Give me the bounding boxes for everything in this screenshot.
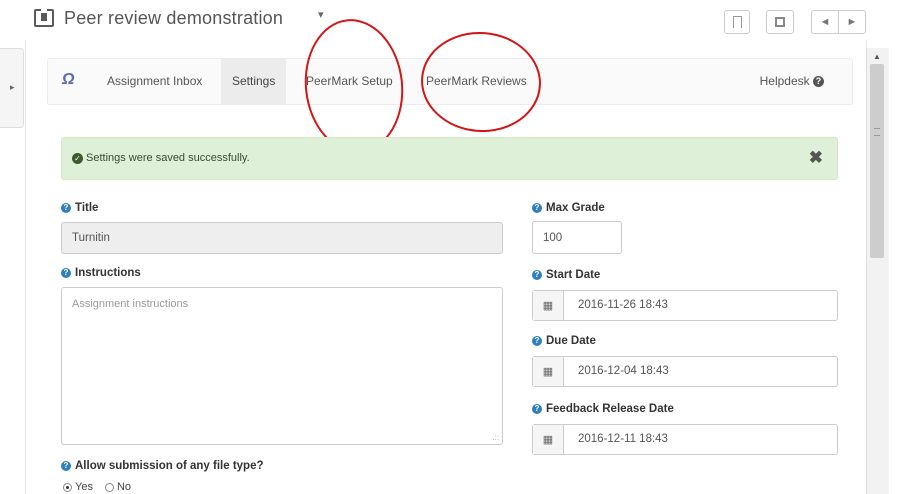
helpdesk-link[interactable]: Helpdesk ? bbox=[760, 59, 824, 104]
radio-no-option[interactable]: No bbox=[104, 481, 132, 493]
help-icon[interactable]: ? bbox=[61, 461, 71, 471]
file-type-label: ? Allow submission of any file type? bbox=[61, 460, 264, 472]
next-button[interactable]: ► bbox=[838, 10, 866, 34]
bookmark-button[interactable] bbox=[724, 10, 750, 34]
scroll-up-icon[interactable]: ▲ bbox=[873, 52, 881, 61]
title-label-text: Title bbox=[75, 202, 99, 214]
instructions-label: ? Instructions bbox=[61, 267, 141, 279]
scrollbar-thumb[interactable] bbox=[870, 64, 884, 258]
popout-icon bbox=[775, 17, 785, 27]
turnitin-logo-icon: Ω bbox=[62, 71, 75, 88]
start-date-field[interactable]: ▦ 2016-11-26 18:43 bbox=[532, 290, 838, 321]
start-date-value: 2016-11-26 18:43 bbox=[578, 299, 668, 311]
popout-button[interactable] bbox=[766, 10, 794, 34]
radio-yes[interactable] bbox=[63, 482, 72, 492]
help-icon[interactable]: ? bbox=[532, 203, 542, 213]
feedback-release-date-label-text: Feedback Release Date bbox=[546, 403, 674, 415]
calendar-icon[interactable]: ▦ bbox=[533, 425, 564, 454]
radio-no-label: No bbox=[116, 481, 132, 493]
instructions-textarea[interactable]: Assignment instructions .:: bbox=[61, 287, 503, 445]
tab-assignment-inbox[interactable]: Assignment Inbox bbox=[96, 59, 213, 104]
max-grade-field[interactable]: 100 bbox=[532, 221, 622, 254]
next-icon: ► bbox=[846, 16, 858, 28]
help-icon[interactable]: ? bbox=[532, 336, 542, 346]
expand-icon: ▸ bbox=[10, 82, 15, 92]
page-title: Peer review demonstration bbox=[64, 8, 284, 28]
check-circle-icon: ✓ bbox=[72, 153, 83, 164]
help-icon[interactable]: ? bbox=[532, 270, 542, 280]
radio-yes-label: Yes bbox=[75, 481, 93, 493]
tab-settings[interactable]: Settings bbox=[221, 59, 287, 104]
activity-header: Peer review demonstration ▾ ◄ ► bbox=[0, 0, 899, 40]
previous-icon: ◄ bbox=[819, 16, 831, 28]
due-date-label: ? Due Date bbox=[532, 335, 596, 347]
title-field[interactable]: Turnitin bbox=[61, 222, 503, 254]
help-icon[interactable]: ? bbox=[61, 203, 71, 213]
start-date-label: ? Start Date bbox=[532, 269, 600, 281]
help-icon[interactable]: ? bbox=[532, 404, 542, 414]
calendar-icon[interactable]: ▦ bbox=[533, 291, 564, 320]
feedback-release-date-field[interactable]: ▦ 2016-12-11 18:43 bbox=[532, 424, 838, 455]
alert-message: Settings were saved successfully. bbox=[86, 152, 250, 164]
max-grade-label-text: Max Grade bbox=[546, 202, 605, 214]
previous-button[interactable]: ◄ bbox=[811, 10, 839, 34]
bookmark-icon bbox=[732, 16, 742, 28]
resize-grip-icon[interactable]: .:: bbox=[492, 433, 499, 442]
help-icon[interactable]: ? bbox=[61, 268, 71, 278]
max-grade-label: ? Max Grade bbox=[532, 202, 605, 214]
sidebar-toggle-handle[interactable]: ▸ bbox=[0, 48, 24, 128]
radio-no[interactable] bbox=[104, 482, 114, 492]
due-date-label-text: Due Date bbox=[546, 335, 596, 347]
due-date-field[interactable]: ▦ 2016-12-04 18:43 bbox=[532, 356, 838, 387]
file-type-radio-group: Yes No bbox=[63, 481, 131, 493]
file-type-label-text: Allow submission of any file type? bbox=[75, 460, 264, 472]
help-icon: ? bbox=[813, 76, 824, 88]
radio-yes-option[interactable]: Yes bbox=[63, 481, 93, 493]
title-label: ? Title bbox=[61, 202, 98, 214]
due-date-value: 2016-12-04 18:43 bbox=[578, 365, 669, 377]
helpdesk-label: Helpdesk bbox=[759, 74, 810, 88]
instructions-placeholder: Assignment instructions bbox=[72, 298, 189, 310]
feedback-release-date-value: 2016-12-11 18:43 bbox=[578, 433, 668, 445]
start-date-label-text: Start Date bbox=[546, 269, 601, 281]
instructions-label-text: Instructions bbox=[75, 267, 141, 279]
close-icon[interactable]: ✖ bbox=[809, 148, 823, 168]
calendar-icon[interactable]: ▦ bbox=[533, 357, 564, 386]
scrollbar[interactable]: ▲ bbox=[866, 48, 889, 494]
activity-icon bbox=[34, 7, 54, 27]
title-dropdown-caret-icon[interactable]: ▾ bbox=[318, 8, 324, 21]
success-alert: ✓ Settings were saved successfully. ✖ bbox=[61, 137, 838, 180]
feedback-release-date-label: ? Feedback Release Date bbox=[532, 403, 674, 415]
